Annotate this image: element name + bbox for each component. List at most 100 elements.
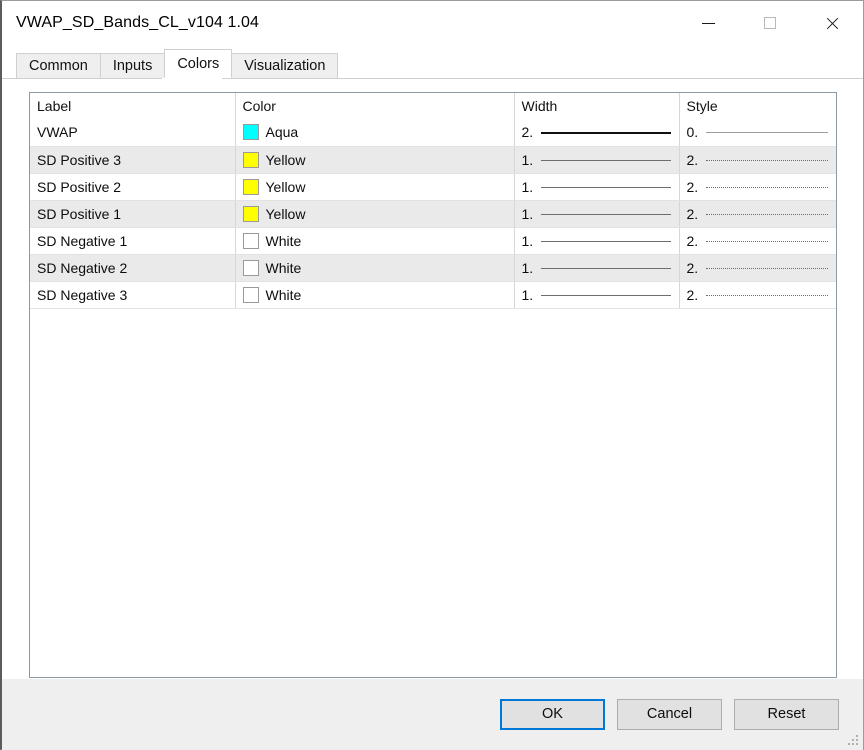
width-value: 1. xyxy=(521,286,534,303)
tab-colors[interactable]: Colors xyxy=(164,49,233,78)
table-row[interactable]: SD Positive 3 Yellow 1. 2. xyxy=(30,146,837,174)
column-header-style[interactable]: Style xyxy=(679,93,836,119)
style-preview-icon xyxy=(705,235,828,247)
maximize-icon xyxy=(764,17,776,29)
width-value: 1. xyxy=(521,259,534,276)
color-swatch-icon xyxy=(242,232,259,249)
table-row[interactable]: SD Positive 2 Yellow 1. 2. xyxy=(30,173,837,201)
column-header-color[interactable]: Color xyxy=(235,93,515,119)
color-cell[interactable]: Yellow xyxy=(242,201,514,227)
width-cell[interactable]: 1. xyxy=(522,201,679,227)
width-value: 1. xyxy=(521,151,534,168)
style-cell[interactable]: 2. xyxy=(687,255,837,281)
color-cell[interactable]: White xyxy=(242,282,514,308)
color-swatch-icon xyxy=(242,259,259,276)
width-preview-icon xyxy=(540,126,671,138)
table-header-row: Label Color Width Style xyxy=(30,93,836,119)
minimize-icon xyxy=(701,22,715,24)
color-cell[interactable]: White xyxy=(242,255,514,281)
color-swatch-icon xyxy=(242,178,259,195)
color-cell[interactable]: Aqua xyxy=(242,119,514,146)
style-value: 2. xyxy=(686,286,699,303)
style-value: 2. xyxy=(686,232,699,249)
maximize-button[interactable] xyxy=(739,1,801,45)
style-preview-icon xyxy=(705,262,828,274)
width-value: 2. xyxy=(521,124,534,141)
width-cell[interactable]: 1. xyxy=(522,147,679,173)
ok-button[interactable]: OK xyxy=(500,699,605,730)
table-row[interactable]: SD Negative 3 White 1. 2. xyxy=(30,281,837,309)
color-swatch-icon xyxy=(242,205,259,222)
window-controls xyxy=(677,1,863,45)
width-cell[interactable]: 1. xyxy=(522,228,679,254)
row-label: SD Positive 2 xyxy=(37,178,122,195)
color-swatch-icon xyxy=(242,151,259,168)
width-preview-icon xyxy=(540,289,671,301)
row-label: SD Negative 3 xyxy=(37,286,128,303)
color-name: White xyxy=(265,232,302,249)
style-cell[interactable]: 2. xyxy=(687,282,837,308)
tab-common[interactable]: Common xyxy=(16,53,101,78)
width-cell[interactable]: 2. xyxy=(522,119,679,146)
close-icon xyxy=(825,16,840,31)
tab-colors-label: Colors xyxy=(177,56,220,72)
cancel-button[interactable]: Cancel xyxy=(617,699,722,730)
color-name: White xyxy=(265,286,302,303)
row-label: SD Positive 1 xyxy=(37,205,122,222)
color-cell[interactable]: Yellow xyxy=(242,174,514,200)
color-swatch-icon xyxy=(242,286,259,303)
width-value: 1. xyxy=(521,178,534,195)
column-header-label[interactable]: Label xyxy=(30,93,236,119)
table-row[interactable]: SD Positive 1 Yellow 1. 2. xyxy=(30,200,837,228)
tab-common-label: Common xyxy=(29,58,88,74)
width-value: 1. xyxy=(521,232,534,249)
style-preview-icon xyxy=(705,289,828,301)
style-cell[interactable]: 2. xyxy=(687,174,837,200)
width-preview-icon xyxy=(540,262,671,274)
color-cell[interactable]: Yellow xyxy=(242,147,514,173)
row-label: SD Negative 1 xyxy=(37,232,128,249)
colors-grid-panel[interactable]: Label Color Width Style VWAP Aqua 2. 0. … xyxy=(29,92,837,678)
colors-tab-panel: Label Color Width Style VWAP Aqua 2. 0. … xyxy=(2,78,863,678)
style-preview-icon xyxy=(705,126,828,138)
column-header-width[interactable]: Width xyxy=(514,93,680,119)
row-label: VWAP xyxy=(37,124,78,141)
tab-visualization[interactable]: Visualization xyxy=(231,53,339,78)
width-value: 1. xyxy=(521,205,534,222)
tab-inputs-label: Inputs xyxy=(112,58,153,74)
title-bar: VWAP_SD_Bands_CL_v104 1.04 xyxy=(2,1,863,45)
properties-dialog-window: VWAP_SD_Bands_CL_v104 1.04 Common Inputs… xyxy=(0,0,864,750)
width-preview-icon xyxy=(540,154,671,166)
style-value: 0. xyxy=(686,124,699,141)
table-row[interactable]: SD Negative 1 White 1. 2. xyxy=(30,227,837,255)
style-cell[interactable]: 0. xyxy=(687,119,837,146)
style-preview-icon xyxy=(705,208,828,220)
color-name: Yellow xyxy=(265,151,306,168)
tab-inputs[interactable]: Inputs xyxy=(99,53,166,78)
resize-grip[interactable] xyxy=(847,735,859,747)
tab-bar: Common Inputs Colors Visualization xyxy=(2,45,863,78)
minimize-button[interactable] xyxy=(677,1,739,45)
width-cell[interactable]: 1. xyxy=(522,282,679,308)
width-cell[interactable]: 1. xyxy=(522,174,679,200)
width-cell[interactable]: 1. xyxy=(522,255,679,281)
reset-button[interactable]: Reset xyxy=(734,699,839,730)
color-swatch-icon xyxy=(242,124,259,141)
close-button[interactable] xyxy=(801,1,863,45)
style-cell[interactable]: 2. xyxy=(687,147,837,173)
row-label: SD Positive 3 xyxy=(37,151,122,168)
width-preview-icon xyxy=(540,235,671,247)
style-value: 2. xyxy=(686,178,699,195)
style-value: 2. xyxy=(686,259,699,276)
style-preview-icon xyxy=(705,154,828,166)
style-cell[interactable]: 2. xyxy=(687,228,837,254)
style-cell[interactable]: 2. xyxy=(687,201,837,227)
table-row[interactable]: VWAP Aqua 2. 0. xyxy=(30,119,837,147)
tab-visualization-label: Visualization xyxy=(244,58,326,74)
color-cell[interactable]: White xyxy=(242,228,514,254)
table-row[interactable]: SD Negative 2 White 1. 2. xyxy=(30,254,837,282)
width-preview-icon xyxy=(540,181,671,193)
style-value: 2. xyxy=(686,151,699,168)
colors-table: Label Color Width Style VWAP Aqua 2. 0. … xyxy=(30,93,836,309)
width-preview-icon xyxy=(540,208,671,220)
